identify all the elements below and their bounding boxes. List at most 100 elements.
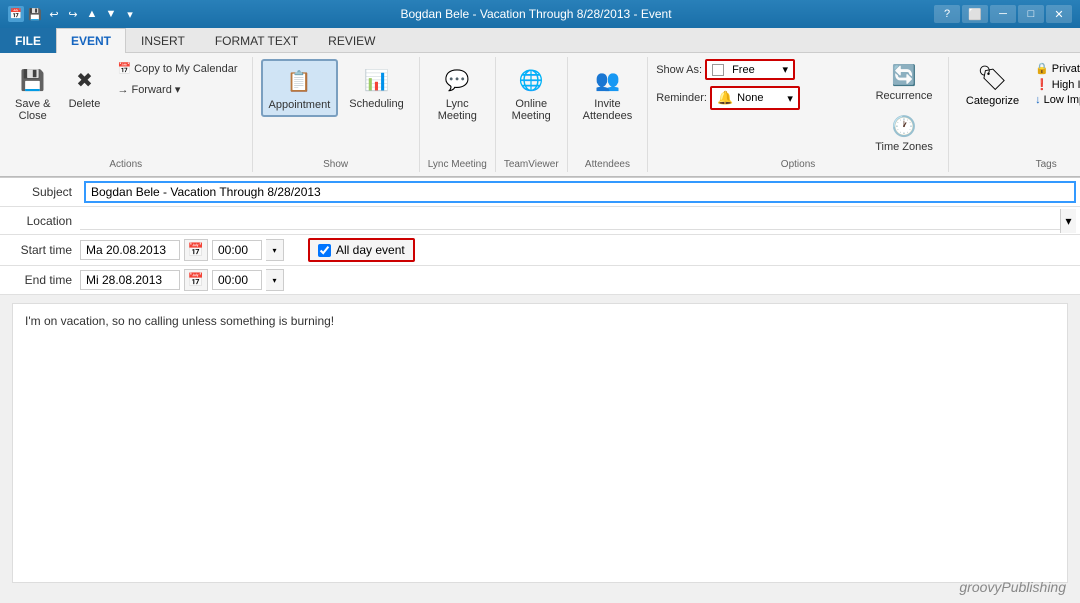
location-input[interactable]: [80, 211, 1060, 230]
ribbon-toggle-btn[interactable]: ⬜: [962, 5, 988, 23]
high-importance-button[interactable]: ❗ High Importance: [1032, 77, 1080, 92]
end-time-arrow[interactable]: ▾: [266, 269, 284, 291]
categorize-button[interactable]: 🏷 Categorize: [957, 59, 1028, 112]
forward-button[interactable]: → Forward ▾: [111, 80, 243, 99]
low-importance-button[interactable]: ↓ Low Importance: [1032, 93, 1080, 107]
low-importance-icon: ↓: [1035, 94, 1041, 106]
delete-icon: ✖: [68, 64, 100, 96]
start-cal-btn[interactable]: 📅: [184, 239, 208, 261]
location-row: Location ▾: [0, 207, 1080, 235]
scheduling-label: Scheduling: [349, 98, 403, 110]
options-col: Show As: Free ▾ Reminder: 🔔 None: [656, 59, 856, 112]
bell-icon: 🔔: [717, 90, 733, 106]
help-btn[interactable]: ?: [934, 5, 960, 23]
time-zones-button[interactable]: 🕐 Time Zones: [868, 110, 940, 157]
timezone-icon: 🕐: [892, 114, 917, 139]
copy-to-calendar-button[interactable]: 📅 Copy to My Calendar: [111, 59, 243, 78]
recurrence-icon: 🔄: [892, 63, 917, 88]
down-btn[interactable]: ▼: [103, 6, 119, 22]
online-icon: 🌐: [515, 64, 547, 96]
delete-button[interactable]: ✖ Delete: [61, 59, 107, 115]
start-time-row: Start time 📅 ▾ All day event: [0, 235, 1080, 266]
tags-group: 🏷 Categorize 🔒 Private ❗ High Importance…: [949, 57, 1080, 172]
tab-event[interactable]: EVENT: [56, 28, 126, 53]
customize-btn[interactable]: ▾: [122, 6, 138, 22]
actions-label: Actions: [109, 159, 142, 170]
save-close-button[interactable]: 💾 Save &Close: [8, 59, 57, 127]
tab-format-text[interactable]: FORMAT TEXT: [200, 28, 313, 53]
high-importance-icon: ❗: [1035, 78, 1049, 91]
appointment-icon: 📋: [283, 65, 315, 97]
copy-calendar-label: Copy to My Calendar: [134, 63, 237, 75]
tab-review[interactable]: REVIEW: [313, 28, 390, 53]
body-text: I'm on vacation, so no calling unless so…: [25, 314, 334, 328]
quick-access-toolbar: 📅 💾 ↩ ↪ ▲ ▼ ▾: [8, 6, 138, 22]
lync-group: 💬 LyncMeeting Lync Meeting: [420, 57, 496, 172]
categorize-label: Categorize: [966, 95, 1019, 107]
lync-buttons: 💬 LyncMeeting: [431, 59, 484, 157]
attendees-label: Attendees: [585, 159, 630, 170]
start-time-label: Start time: [0, 239, 80, 261]
tab-file[interactable]: FILE: [0, 28, 56, 53]
save-quick-btn[interactable]: 💾: [27, 6, 43, 22]
end-time-row: End time 📅 ▾: [0, 266, 1080, 295]
show-as-arrow: ▾: [783, 63, 789, 76]
subject-row: Subject: [0, 178, 1080, 207]
all-day-label[interactable]: All day event: [336, 243, 405, 257]
high-importance-label: High Importance: [1052, 79, 1080, 91]
private-button[interactable]: 🔒 Private: [1032, 61, 1080, 76]
forward-dropdown-icon: ▾: [175, 83, 181, 96]
close-btn[interactable]: ✕: [1046, 5, 1072, 23]
undo-btn[interactable]: ↩: [46, 6, 62, 22]
show-group: 📋 Appointment 📊 Scheduling Show: [253, 57, 420, 172]
attendees-buttons: 👥 InviteAttendees: [576, 59, 640, 157]
end-date-input[interactable]: [80, 270, 180, 290]
subject-input[interactable]: [86, 183, 1058, 201]
online-meeting-button[interactable]: 🌐 OnlineMeeting: [505, 59, 558, 127]
teamviewer-buttons: 🌐 OnlineMeeting: [505, 59, 558, 157]
recurrence-label: Recurrence: [876, 90, 933, 102]
end-time-input[interactable]: [212, 270, 262, 290]
end-cal-btn[interactable]: 📅: [184, 269, 208, 291]
start-date-group: 📅 ▾ All day event: [80, 235, 415, 265]
reminder-value: None: [737, 92, 763, 104]
show-as-dropdown[interactable]: Free ▾: [705, 59, 795, 80]
options-group: Show As: Free ▾ Reminder: 🔔 None: [648, 57, 949, 172]
appointment-button[interactable]: 📋 Appointment: [261, 59, 339, 117]
subject-input-wrapper: [84, 181, 1076, 203]
invite-attendees-button[interactable]: 👥 InviteAttendees: [576, 59, 640, 127]
subject-label: Subject: [0, 181, 80, 203]
start-time-input[interactable]: [212, 240, 262, 260]
start-time-arrow[interactable]: ▾: [266, 239, 284, 261]
maximize-btn[interactable]: □: [1018, 5, 1044, 23]
recurrence-button[interactable]: 🔄 Recurrence: [868, 59, 940, 106]
teamviewer-group: 🌐 OnlineMeeting TeamViewer: [496, 57, 568, 172]
calendar-icon: 📅: [117, 62, 131, 75]
end-time-label: End time: [0, 269, 80, 291]
save-close-icon: 💾: [17, 64, 49, 96]
body-area[interactable]: I'm on vacation, so no calling unless so…: [12, 303, 1068, 583]
categorize-icon: 🏷: [977, 64, 1007, 93]
body-wrapper: I'm on vacation, so no calling unless so…: [0, 295, 1080, 591]
attendees-group: 👥 InviteAttendees Attendees: [568, 57, 649, 172]
tab-insert[interactable]: INSERT: [126, 28, 200, 53]
scheduling-button[interactable]: 📊 Scheduling: [342, 59, 410, 115]
online-label: OnlineMeeting: [512, 98, 551, 122]
tags-label: Tags: [1036, 159, 1057, 170]
tags-col: 🔒 Private ❗ High Importance ↓ Low Import…: [1032, 59, 1080, 109]
start-date-input[interactable]: [80, 240, 180, 260]
show-as-square-icon: [712, 64, 724, 76]
ribbon: FILE EVENT INSERT FORMAT TEXT REVIEW 💾 S…: [0, 28, 1080, 178]
lync-label: LyncMeeting: [438, 98, 477, 122]
redo-btn[interactable]: ↪: [65, 6, 81, 22]
minimize-btn[interactable]: ─: [990, 5, 1016, 23]
up-btn[interactable]: ▲: [84, 6, 100, 22]
app-icon: 📅: [8, 6, 24, 22]
show-as-label: Show As:: [656, 64, 702, 76]
location-dropdown-arrow[interactable]: ▾: [1060, 209, 1076, 233]
all-day-checkbox[interactable]: [318, 244, 331, 257]
window-title: Bogdan Bele - Vacation Through 8/28/2013…: [138, 7, 934, 21]
reminder-dropdown[interactable]: 🔔 None ▾: [710, 86, 800, 110]
location-label: Location: [0, 210, 80, 232]
lync-meeting-button[interactable]: 💬 LyncMeeting: [431, 59, 484, 127]
